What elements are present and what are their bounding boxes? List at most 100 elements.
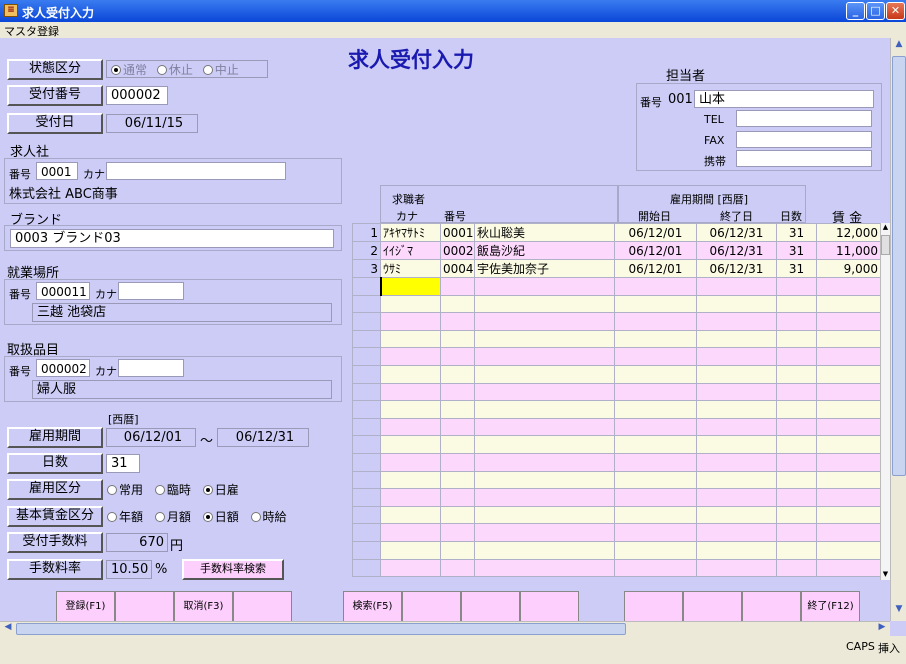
grid-cell-name[interactable] [474,488,615,507]
grid-cell-days[interactable] [776,435,817,454]
period-to-field[interactable]: 06/12/31 [217,428,309,447]
wage-type-button[interactable]: 基本賃金区分 [7,506,103,527]
company-kana-field[interactable] [106,162,286,180]
grid-cell-wage[interactable]: 9,000 [816,259,881,278]
grid-cell-end[interactable]: 06/12/31 [696,259,777,278]
grid-cell-kana[interactable] [380,347,441,366]
grid-cell-end[interactable] [696,347,777,366]
grid-cell-days[interactable] [776,329,817,349]
grid-cell-wage[interactable]: 12,000 [816,223,881,242]
grid-scroll-up-icon[interactable]: ▲ [881,223,890,233]
grid-cell-start[interactable] [614,558,697,578]
grid-cell-no[interactable] [440,347,475,366]
state-radio-stop[interactable]: 中止 [202,63,239,77]
workplace-no-field[interactable]: 000011 [36,282,90,300]
grid-cell-kana[interactable] [380,435,441,454]
f2-key[interactable] [115,591,174,622]
scroll-left-icon[interactable]: ◀ [1,622,15,636]
grid-cell-days[interactable] [776,364,817,384]
receipt-date-field[interactable]: 06/11/15 [106,114,198,133]
grid-cell-end[interactable] [696,523,777,542]
grid-cell-kana[interactable]: ｳｻﾐ [380,259,441,278]
employ-type-button[interactable]: 雇用区分 [7,479,103,500]
grid-cell-name[interactable] [474,364,615,384]
grid-cell-kana[interactable] [380,523,441,542]
grid-cell-wage[interactable] [816,540,881,560]
grid-cell-days[interactable] [776,523,817,542]
table-row[interactable] [352,523,881,542]
days-button[interactable]: 日数 [7,453,103,474]
grid-cell-days[interactable] [776,505,817,525]
grid-cell-days[interactable] [776,400,817,419]
grid-cell-kana[interactable] [380,417,441,437]
grid-cell-end[interactable]: 06/12/31 [696,241,777,260]
grid-cell-name[interactable] [474,540,615,560]
days-field[interactable]: 31 [106,454,140,473]
grid-cell-start[interactable] [614,435,697,454]
grid-cell-name[interactable] [474,505,615,525]
grid-cell-end[interactable] [696,505,777,525]
grid-cell-end[interactable] [696,452,777,472]
table-row[interactable] [352,417,881,437]
period-from-field[interactable]: 06/12/01 [106,428,196,447]
table-row[interactable] [352,505,881,525]
fee-rate-search-button[interactable]: 手数料率検索 [182,559,284,580]
radio-monthly[interactable]: 月額 [154,510,191,524]
grid-cell-end[interactable] [696,417,777,437]
f11-key[interactable] [742,591,801,622]
grid-cell-start[interactable] [614,505,697,525]
grid-cell-wage[interactable] [816,312,881,331]
minimize-button[interactable]: _ [846,2,865,20]
grid-cell-end[interactable] [696,277,777,296]
grid-cell-name[interactable] [474,294,615,314]
cancel-button[interactable]: 取消(F3) [174,591,233,622]
grid-cell-start[interactable] [614,470,697,490]
grid-cell-no[interactable] [440,277,475,296]
grid-cell-name[interactable]: 宇佐美加奈子 [474,259,615,278]
grid-cell-name[interactable] [474,452,615,472]
staff-fax-field[interactable] [736,131,872,148]
table-row[interactable] [352,470,881,490]
grid-cell-name[interactable] [474,312,615,331]
grid-cell-start[interactable] [614,452,697,472]
receipt-no-button[interactable]: 受付番号 [7,85,103,106]
grid-cell-name[interactable] [474,329,615,349]
grid-cell-name[interactable] [474,417,615,437]
grid-cell-kana[interactable] [380,294,441,314]
grid-cell-wage[interactable] [816,364,881,384]
grid-cell-start[interactable] [614,540,697,560]
state-button[interactable]: 状態区分 [7,59,103,80]
grid-cell-days[interactable] [776,470,817,490]
maximize-button[interactable]: □ [866,2,885,20]
register-button[interactable]: 登録(F1) [56,591,115,622]
table-row[interactable] [352,382,881,402]
grid-cell-kana[interactable] [380,364,441,384]
grid-cell-end[interactable]: 06/12/31 [696,223,777,242]
grid-cell-start[interactable] [614,347,697,366]
radio-regular[interactable]: 常用 [107,483,143,497]
grid-cell-wage[interactable] [816,382,881,402]
grid-cell-end[interactable] [696,382,777,402]
grid-cell-name[interactable] [474,277,615,296]
grid-cell-wage[interactable] [816,470,881,490]
receipt-date-button[interactable]: 受付日 [7,113,103,134]
workplace-kana-field[interactable] [118,282,184,300]
grid-cell-kana[interactable] [380,505,441,525]
grid-cell-name[interactable] [474,558,615,578]
close-button[interactable]: ✕ [886,2,905,20]
radio-annual[interactable]: 年額 [107,510,143,524]
grid-cell-no[interactable] [440,523,475,542]
grid-cell-wage[interactable] [816,400,881,419]
scroll-right-icon[interactable]: ▶ [875,622,889,636]
grid-cell-end[interactable] [696,364,777,384]
grid-cell-wage[interactable] [816,277,881,296]
grid-cell-start[interactable] [614,400,697,419]
grid-cell-no[interactable] [440,382,475,402]
grid-scroll-thumb[interactable] [881,235,890,255]
grid-cell-start[interactable] [614,382,697,402]
grid-cell-no[interactable] [440,558,475,578]
fee-field[interactable]: 670 [106,533,168,552]
grid-cell-kana[interactable] [380,488,441,507]
grid-cell-end[interactable] [696,294,777,314]
state-radio-suspend[interactable]: 休止 [156,63,193,77]
